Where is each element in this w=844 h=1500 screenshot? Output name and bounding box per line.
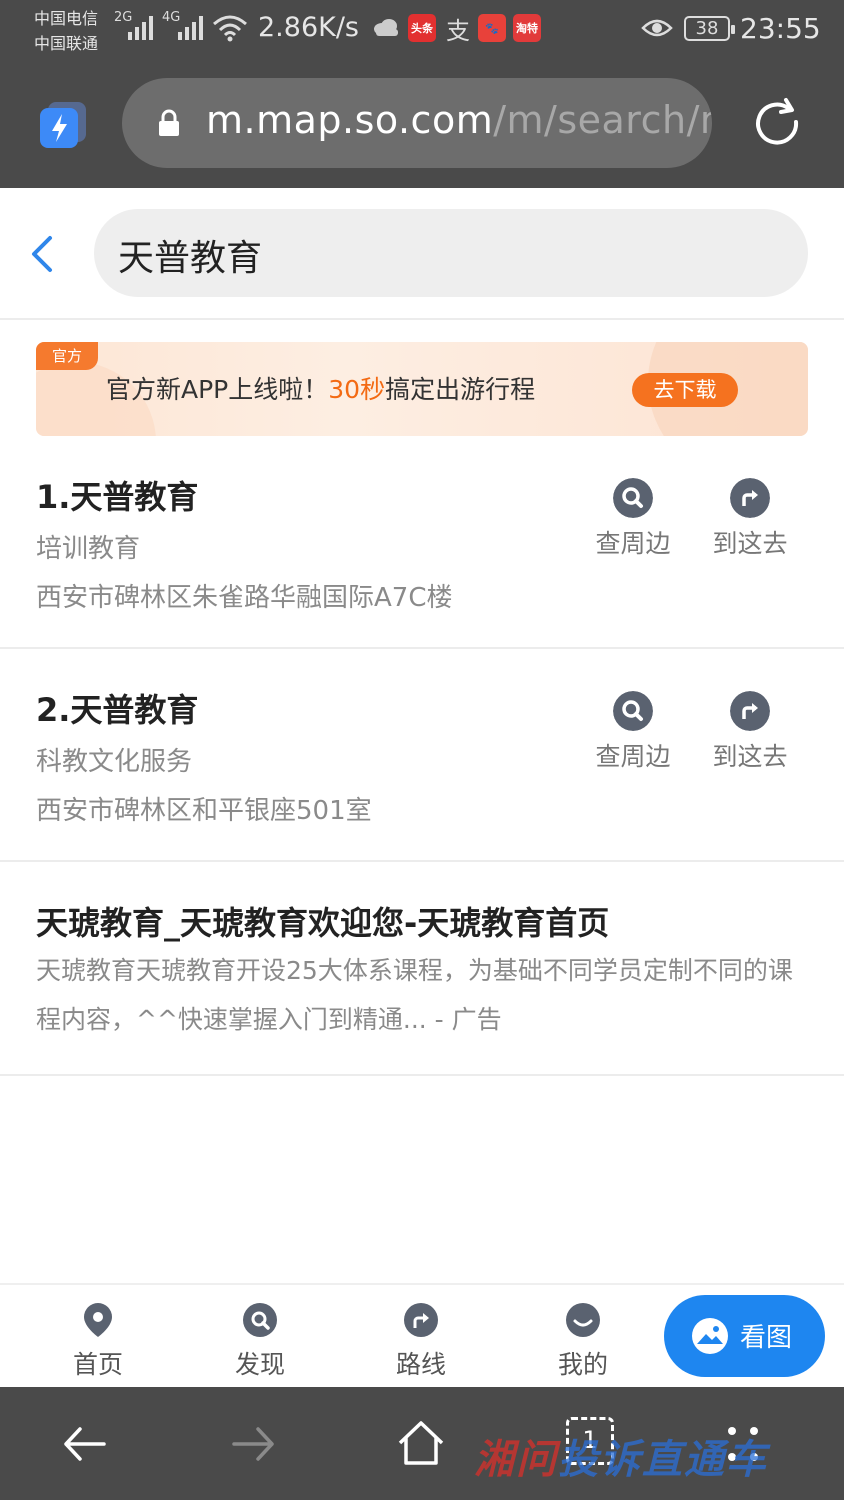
tab-route-label: 路线 <box>395 1350 446 1379</box>
result-item[interactable]: 2.天普教育 科教文化服务 西安市碑林区和平银座501室 查周边 到这去 <box>0 649 844 862</box>
ad-result-item[interactable]: 天琥教育_天琥教育欢迎您-天琥教育首页 天琥教育天琥教育开设25大体系课程，为基… <box>0 862 844 1076</box>
clock: 23:55 <box>740 12 821 45</box>
nearby-label: 查周边 <box>595 529 671 558</box>
search-header: 天普教育 <box>0 188 844 320</box>
ad-title[interactable]: 天琥教育_天琥教育欢迎您-天琥教育首页 <box>36 898 609 944</box>
signal-bars-2-icon <box>178 14 203 40</box>
view-map-button[interactable]: 看图 <box>664 1295 825 1377</box>
nearby-button[interactable]: 查周边 <box>585 691 681 773</box>
url-text: m.map.so.com/m/search/m <box>206 98 712 142</box>
user-smile-icon <box>566 1303 600 1337</box>
result-category: 科教文化服务 <box>36 747 193 777</box>
wifi-icon <box>213 15 247 42</box>
toutiao-app-icon: 头条 <box>408 14 436 42</box>
download-button[interactable]: 去下载 <box>632 373 738 407</box>
browser-back-icon[interactable] <box>58 1417 112 1471</box>
goto-label: 到这去 <box>712 742 788 771</box>
alipay-app-icon: 支 <box>446 16 470 45</box>
result-item[interactable]: 1.天普教育 培训教育 西安市碑林区朱雀路华融国际A7C楼 查周边 到这去 <box>0 436 844 649</box>
tab-home[interactable]: 首页 <box>48 1301 148 1381</box>
app-promo-banner[interactable]: 官方 官方新APP上线啦！30秒搞定出游行程 去下载 <box>36 342 808 436</box>
reload-icon[interactable] <box>750 96 806 152</box>
carrier-names: 中国电信 中国联通 <box>34 6 98 56</box>
tab-mine[interactable]: 我的 <box>533 1301 633 1381</box>
pinduoduo-app-icon: 🐾 <box>478 14 506 42</box>
url-path: /m/search/m <box>493 98 712 142</box>
eye-comfort-icon <box>641 19 673 37</box>
carrier-2: 中国联通 <box>34 34 99 53</box>
bottom-tab-bar: 首页 发现 路线 我的 看图 <box>0 1283 844 1387</box>
search-input[interactable]: 天普教育 <box>94 209 808 297</box>
tab-discover[interactable]: 发现 <box>210 1301 310 1381</box>
carrier-1: 中国电信 <box>34 9 99 28</box>
goto-button[interactable]: 到这去 <box>702 691 798 773</box>
home-icon[interactable] <box>394 1417 448 1471</box>
cloud-icon <box>374 19 398 36</box>
search-nearby-icon <box>613 691 653 731</box>
search-icon <box>243 1303 277 1337</box>
picture-icon <box>692 1318 728 1354</box>
system-navigation-bar: 1 湘问投诉直通车 <box>0 1387 844 1500</box>
status-bar: 中国电信 中国联通 2G 4G 2.86K/s 头条 支 🐾 淘特 38 23:… <box>0 0 844 62</box>
search-nearby-icon <box>613 478 653 518</box>
official-badge: 官方 <box>36 342 98 370</box>
banner-text: 官方新APP上线啦！30秒搞定出游行程 <box>106 370 535 406</box>
browser-bolt-icon[interactable] <box>38 100 88 150</box>
result-title[interactable]: 2.天普教育 <box>36 685 198 731</box>
result-category: 培训教育 <box>36 534 141 564</box>
route-arrow-icon <box>404 1303 438 1337</box>
result-address: 西安市碑林区和平银座501室 <box>36 796 372 826</box>
ad-description: 天琥教育天琥教育开设25大体系课程，为基础不同学员定制不同的课程内容，^^快速掌… <box>36 956 793 1034</box>
goto-button[interactable]: 到这去 <box>702 478 798 560</box>
search-query: 天普教育 <box>118 238 263 279</box>
location-pin-icon <box>84 1303 112 1337</box>
watermark-blue: 投诉直通车 <box>558 1437 768 1483</box>
address-bar[interactable]: m.map.so.com/m/search/m <box>122 78 712 168</box>
url-host: m.map.so.com <box>206 98 494 142</box>
route-arrow-icon <box>730 478 770 518</box>
banner-text-highlight: 30秒 <box>328 375 386 404</box>
browser-toolbar: m.map.so.com/m/search/m <box>0 62 844 188</box>
goto-label: 到这去 <box>712 529 788 558</box>
view-map-label: 看图 <box>740 1323 793 1353</box>
route-arrow-icon <box>730 691 770 731</box>
watermark: 湘问投诉直通车 <box>474 1427 768 1485</box>
watermark-red: 湘问 <box>474 1437 558 1483</box>
result-title[interactable]: 1.天普教育 <box>36 472 198 518</box>
tab-discover-label: 发现 <box>234 1350 285 1379</box>
result-address: 西安市碑林区朱雀路华融国际A7C楼 <box>36 583 453 613</box>
signal-bars-1-icon <box>128 14 153 40</box>
nearby-label: 查周边 <box>595 742 671 771</box>
lock-icon <box>159 109 179 136</box>
banner-text-lead: 官方新APP上线啦！ <box>106 375 329 404</box>
screen: 中国电信 中国联通 2G 4G 2.86K/s 头条 支 🐾 淘特 38 23:… <box>0 0 844 1500</box>
back-arrow-icon[interactable] <box>26 232 58 276</box>
browser-forward-icon[interactable] <box>226 1417 280 1471</box>
tab-home-label: 首页 <box>72 1350 123 1379</box>
nearby-button[interactable]: 查周边 <box>585 478 681 560</box>
tab-route[interactable]: 路线 <box>371 1301 471 1381</box>
tab-mine-label: 我的 <box>557 1350 608 1379</box>
banner-text-tail: 搞定出游行程 <box>385 375 536 404</box>
network-speed: 2.86K/s <box>258 12 359 43</box>
taote-app-icon: 淘特 <box>513 14 541 42</box>
battery-indicator: 38 <box>684 16 735 41</box>
